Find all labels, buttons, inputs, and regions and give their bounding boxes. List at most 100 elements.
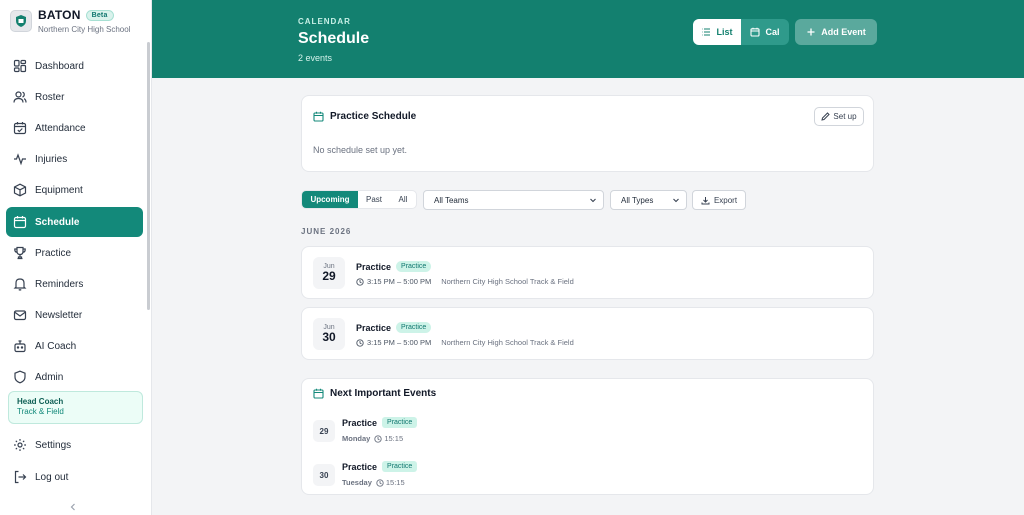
event-meta: 3:15 PM – 5:00 PM Northern City High Sch…	[356, 338, 574, 347]
grid-icon	[13, 59, 27, 73]
sidebar-item-ai-coach[interactable]: AI Coach	[6, 331, 143, 361]
sidebar: BATON Beta Northern City High School Das…	[0, 0, 152, 515]
important-event-title: Practice	[342, 417, 378, 428]
important-events-card: Next Important Events 29 Practice Practi…	[301, 378, 874, 495]
type-select[interactable]: All Types	[610, 190, 687, 210]
cal-view-button[interactable]: Cal	[741, 19, 789, 45]
export-label: Export	[713, 195, 738, 205]
school-logo	[10, 10, 32, 32]
event-location: Northern City High School Track & Field	[441, 338, 574, 347]
event-type-tag: Practice	[382, 461, 418, 472]
event-date: Jun 29	[313, 257, 345, 289]
sidebar-item-label: Reminders	[35, 278, 84, 290]
users-icon	[13, 90, 27, 104]
event-type-tag: Practice	[396, 322, 432, 333]
sidebar-item-admin[interactable]: Admin	[6, 362, 143, 392]
time-filter-tabs: Upcoming Past All	[301, 190, 417, 209]
list-view-button[interactable]: List	[693, 19, 741, 45]
event-title-row: Practice Practice	[356, 322, 432, 333]
important-event-meta: Monday 15:15	[342, 434, 403, 443]
sidebar-item-label: Newsletter	[35, 309, 83, 321]
clock-icon	[376, 478, 384, 487]
clock-icon	[356, 338, 364, 347]
calendar-icon	[313, 388, 324, 399]
gear-icon	[13, 438, 27, 452]
important-event-time: 15:15	[384, 434, 404, 443]
calendar-icon	[313, 111, 324, 122]
important-event-day: 30	[313, 464, 335, 486]
important-event-meta: Tuesday 15:15	[342, 478, 405, 487]
tab-all[interactable]: All	[390, 191, 416, 208]
sidebar-item-newsletter[interactable]: Newsletter	[6, 300, 143, 330]
event-row[interactable]: Jun 30 Practice Practice 3:15 PM – 5:00 …	[301, 307, 874, 360]
practice-schedule-title: Practice Schedule	[330, 111, 417, 122]
tab-past[interactable]: Past	[358, 191, 390, 208]
add-event-label: Add Event	[821, 27, 866, 37]
event-date: Jun 30	[313, 318, 345, 350]
important-events-title: Next Important Events	[330, 388, 437, 399]
sidebar-item-practice[interactable]: Practice	[6, 238, 143, 268]
pulse-icon	[13, 152, 27, 166]
sidebar-item-dashboard[interactable]: Dashboard	[6, 51, 143, 81]
view-toggle: List Cal	[693, 19, 789, 45]
sidebar-item-label: AI Coach	[35, 340, 77, 352]
list-icon	[701, 27, 711, 37]
export-button[interactable]: Export	[692, 190, 746, 210]
important-event-title-row[interactable]: Practice Practice	[342, 461, 418, 472]
brand: BATON Beta Northern City High School	[10, 8, 130, 34]
event-row[interactable]: Jun 29 Practice Practice 3:15 PM – 5:00 …	[301, 246, 874, 299]
event-title: Practice	[356, 261, 392, 272]
event-day: 30	[322, 330, 336, 344]
clock-icon	[374, 434, 382, 443]
logout-link[interactable]: Log out	[6, 462, 143, 492]
settings-link[interactable]: Settings	[6, 430, 143, 460]
event-title-row: Practice Practice	[356, 261, 432, 272]
sidebar-item-roster[interactable]: Roster	[6, 82, 143, 112]
beta-badge: Beta	[85, 9, 114, 21]
sidebar-scrollbar[interactable]	[147, 42, 150, 310]
sidebar-item-equipment[interactable]: Equipment	[6, 175, 143, 205]
tab-upcoming[interactable]: Upcoming	[302, 191, 358, 208]
practice-schedule-card: Practice Schedule Set up No schedule set…	[301, 95, 874, 172]
chevron-left-icon	[70, 503, 75, 511]
role-title: Head Coach	[17, 397, 64, 406]
event-type-tag: Practice	[382, 417, 418, 428]
event-day: 29	[322, 269, 336, 283]
sidebar-item-injuries[interactable]: Injuries	[6, 144, 143, 174]
event-meta: 3:15 PM – 5:00 PM Northern City High Sch…	[356, 277, 574, 286]
download-icon	[701, 196, 710, 205]
setup-button[interactable]: Set up	[814, 107, 864, 126]
app-name: BATON	[38, 8, 81, 22]
event-time: 3:15 PM – 5:00 PM	[367, 277, 432, 286]
settings-label: Settings	[35, 439, 72, 451]
list-view-label: List	[716, 27, 733, 37]
sidebar-item-label: Schedule	[35, 216, 80, 228]
clock-icon	[356, 277, 364, 286]
sidebar-item-label: Dashboard	[35, 60, 84, 72]
school-name: Northern City High School	[38, 25, 131, 34]
important-event-title-row[interactable]: Practice Practice	[342, 417, 418, 428]
cal-view-label: Cal	[765, 27, 780, 37]
sidebar-item-attendance[interactable]: Attendance	[6, 113, 143, 143]
sidebar-item-schedule[interactable]: Schedule	[6, 207, 143, 237]
collapse-sidebar-button[interactable]	[68, 502, 78, 512]
add-event-button[interactable]: Add Event	[795, 19, 877, 45]
sidebar-item-reminders[interactable]: Reminders	[6, 269, 143, 299]
empty-schedule-text: No schedule set up yet.	[313, 145, 408, 155]
role-subtitle: Track & Field	[17, 407, 64, 416]
role-card: Head Coach Track & Field	[8, 391, 143, 424]
team-select-value: All Teams	[434, 195, 469, 205]
shield-icon	[13, 370, 27, 384]
event-time: 3:15 PM – 5:00 PM	[367, 338, 432, 347]
bot-icon	[13, 339, 27, 353]
calendar-icon	[13, 215, 27, 229]
page-title: Schedule	[298, 30, 370, 47]
box-icon	[13, 183, 27, 197]
page-header: CALENDAR Schedule 2 events List Cal Add …	[152, 0, 1024, 78]
sidebar-item-label: Practice	[35, 247, 72, 259]
important-event-weekday: Tuesday	[342, 478, 372, 487]
sidebar-item-label: Admin	[35, 371, 64, 383]
team-select[interactable]: All Teams	[423, 190, 604, 210]
important-event-title: Practice	[342, 461, 378, 472]
calendar-icon	[750, 27, 761, 37]
